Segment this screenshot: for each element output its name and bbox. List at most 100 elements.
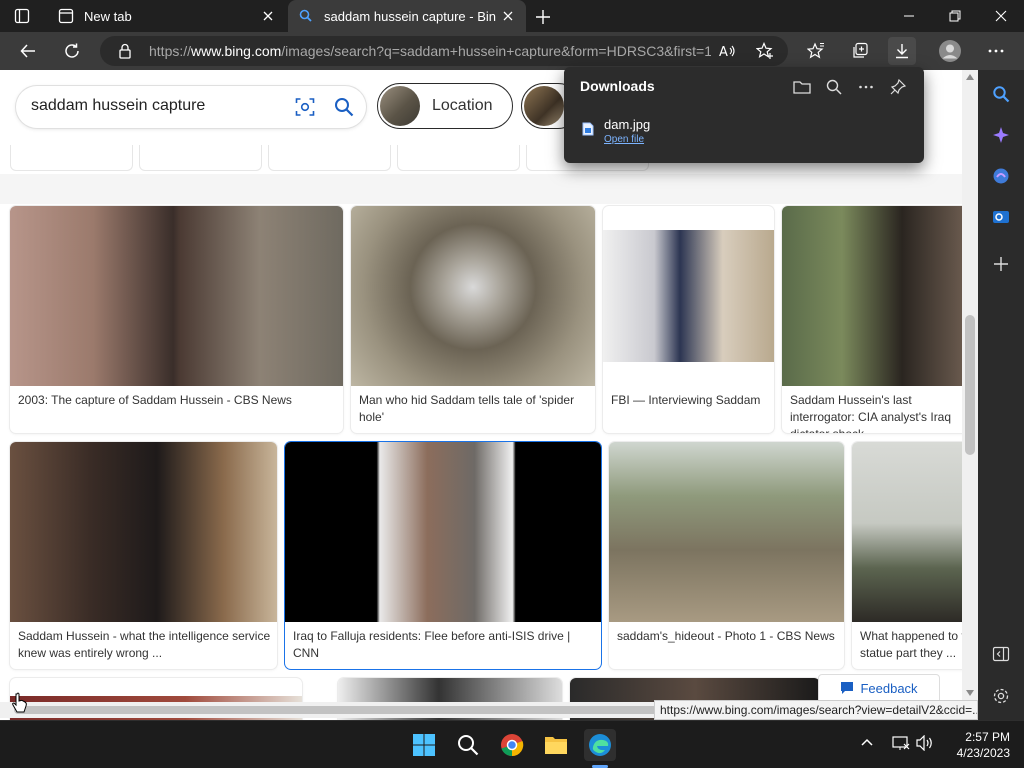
close-window-button[interactable] xyxy=(978,0,1024,32)
feedback-icon xyxy=(841,682,854,694)
image-result[interactable]: FBI — Interviewing Saddam xyxy=(603,206,774,433)
downloads-button[interactable] xyxy=(888,37,916,65)
clock-date: 4/23/2023 xyxy=(956,746,1010,760)
new-tab-icon xyxy=(58,8,74,24)
open-file-link[interactable]: Open file xyxy=(604,134,644,145)
clock-time: 2:57 PM xyxy=(965,730,1010,744)
lock-icon[interactable] xyxy=(118,43,132,64)
sidebar-hide-icon[interactable] xyxy=(989,642,1013,666)
chip-label: Location xyxy=(432,97,493,114)
volume-icon[interactable] xyxy=(916,734,934,756)
sidebar-add-icon[interactable] xyxy=(989,252,1013,276)
pin-icon[interactable] xyxy=(888,77,908,97)
refresh-button[interactable] xyxy=(58,37,86,65)
downloads-flyout: Downloads dam.jpg Open file xyxy=(564,67,924,163)
filter-chip-location[interactable]: Location xyxy=(377,83,513,129)
scroll-up-icon[interactable] xyxy=(966,74,974,80)
url-prefix: https:// xyxy=(149,43,192,59)
sidebar-settings-icon[interactable] xyxy=(989,684,1013,708)
more-options-icon[interactable] xyxy=(856,77,876,97)
hand-cursor-icon xyxy=(12,692,27,713)
result-caption: Iraq to Falluja residents: Flee before a… xyxy=(293,629,571,660)
new-tab-button[interactable] xyxy=(532,6,554,28)
taskbar-search-icon[interactable] xyxy=(452,729,484,761)
more-menu-icon[interactable] xyxy=(982,37,1010,65)
close-tab-icon[interactable] xyxy=(256,4,280,28)
result-thumbnail xyxy=(285,442,601,622)
restore-button[interactable] xyxy=(932,0,978,32)
sidebar-shopping-icon[interactable] xyxy=(989,164,1013,188)
close-tab-icon[interactable] xyxy=(496,4,520,28)
chrome-icon[interactable] xyxy=(496,729,528,761)
feedback-button[interactable]: Feedback xyxy=(818,674,940,702)
favorites-button[interactable] xyxy=(802,37,830,65)
chip-thumbnail xyxy=(524,86,564,126)
vertical-scroll-thumb[interactable] xyxy=(965,315,975,455)
related-card[interactable] xyxy=(268,145,391,171)
browser-toolbar: https://www.bing.com/images/search?q=sad… xyxy=(0,32,1024,70)
result-caption: saddam's_hideout - Photo 1 - CBS News xyxy=(617,629,835,643)
url-path: /images/search?q=saddam+hussein+capture&… xyxy=(281,43,711,59)
result-caption: Saddam Hussein's last interrogator: CIA … xyxy=(790,393,952,433)
sidebar-copilot-icon[interactable] xyxy=(989,123,1013,147)
address-bar[interactable]: https://www.bing.com/images/search?q=sad… xyxy=(100,36,788,66)
visual-search-icon[interactable] xyxy=(295,97,315,122)
start-button-icon[interactable] xyxy=(408,729,440,761)
downloads-title: Downloads xyxy=(580,78,655,94)
image-result-selected[interactable]: Iraq to Falluja residents: Flee before a… xyxy=(285,442,601,669)
result-caption: Saddam Hussein - what the intelligence s… xyxy=(18,629,271,660)
edge-sidebar xyxy=(978,70,1024,720)
feedback-label: Feedback xyxy=(860,680,918,696)
image-file-icon xyxy=(582,122,594,141)
image-result[interactable]: 2003: The capture of Saddam Hussein - CB… xyxy=(10,206,343,433)
system-clock[interactable]: 2:57 PM 4/23/2023 xyxy=(940,729,1010,761)
collections-button[interactable] xyxy=(846,37,874,65)
result-caption: FBI — Interviewing Saddam xyxy=(611,393,761,407)
image-result[interactable]: Saddam Hussein - what the intelligence s… xyxy=(10,442,277,669)
image-result[interactable]: What happened to the statue part they ..… xyxy=(852,442,978,669)
image-result[interactable]: Man who hid Saddam tells tale of 'spider… xyxy=(351,206,595,433)
image-result[interactable]: Saddam Hussein's last interrogator: CIA … xyxy=(782,206,978,433)
tab-bing-images[interactable]: saddam hussein capture - Bing images xyxy=(288,0,526,32)
result-caption: 2003: The capture of Saddam Hussein - CB… xyxy=(18,393,292,407)
search-query[interactable]: saddam hussein capture xyxy=(31,97,205,115)
edge-taskbar-icon[interactable] xyxy=(584,729,616,761)
file-explorer-icon[interactable] xyxy=(540,729,572,761)
tab-strip: New tab saddam hussein capture - Bing im… xyxy=(0,0,1024,32)
tab-new-tab[interactable]: New tab xyxy=(48,0,286,32)
add-favorite-icon[interactable] xyxy=(755,41,774,65)
scroll-down-icon[interactable] xyxy=(966,690,974,696)
svg-text:A: A xyxy=(719,45,728,60)
result-caption: What happened to the statue part they ..… xyxy=(860,629,978,660)
windows-taskbar: 2:57 PM 4/23/2023 xyxy=(0,720,1024,768)
profile-avatar[interactable] xyxy=(936,37,964,65)
tab-label: saddam hussein capture - Bing images xyxy=(324,8,496,24)
back-button[interactable] xyxy=(14,37,42,65)
related-card[interactable] xyxy=(10,145,133,171)
sidebar-search-icon[interactable] xyxy=(989,82,1013,106)
sidebar-outlook-icon[interactable] xyxy=(989,205,1013,229)
read-aloud-icon[interactable]: A xyxy=(718,42,736,65)
downloaded-file-name[interactable]: dam.jpg xyxy=(604,117,650,132)
result-thumbnail xyxy=(351,206,595,386)
url-text[interactable]: https://www.bing.com/images/search?q=sad… xyxy=(149,43,711,59)
tab-label: New tab xyxy=(84,8,132,24)
result-thumbnail xyxy=(609,442,844,622)
network-icon[interactable] xyxy=(892,735,910,756)
horizontal-scroll-thumb[interactable] xyxy=(14,706,704,714)
minimize-button[interactable] xyxy=(886,0,932,32)
show-hidden-icons-icon[interactable] xyxy=(860,735,874,754)
search-downloads-icon[interactable] xyxy=(824,77,844,97)
related-card[interactable] xyxy=(139,145,262,171)
section-divider xyxy=(0,174,978,204)
chip-thumbnail xyxy=(380,86,420,126)
image-result[interactable]: saddam's_hideout - Photo 1 - CBS News xyxy=(609,442,844,669)
related-card[interactable] xyxy=(397,145,520,171)
search-icon[interactable] xyxy=(334,97,354,122)
open-folder-icon[interactable] xyxy=(792,77,812,97)
tab-actions-icon[interactable] xyxy=(14,8,30,24)
result-thumbnail xyxy=(10,206,343,386)
search-box[interactable]: saddam hussein capture xyxy=(16,86,366,128)
search-favicon-icon xyxy=(298,8,314,24)
vertical-scrollbar[interactable] xyxy=(962,70,978,702)
